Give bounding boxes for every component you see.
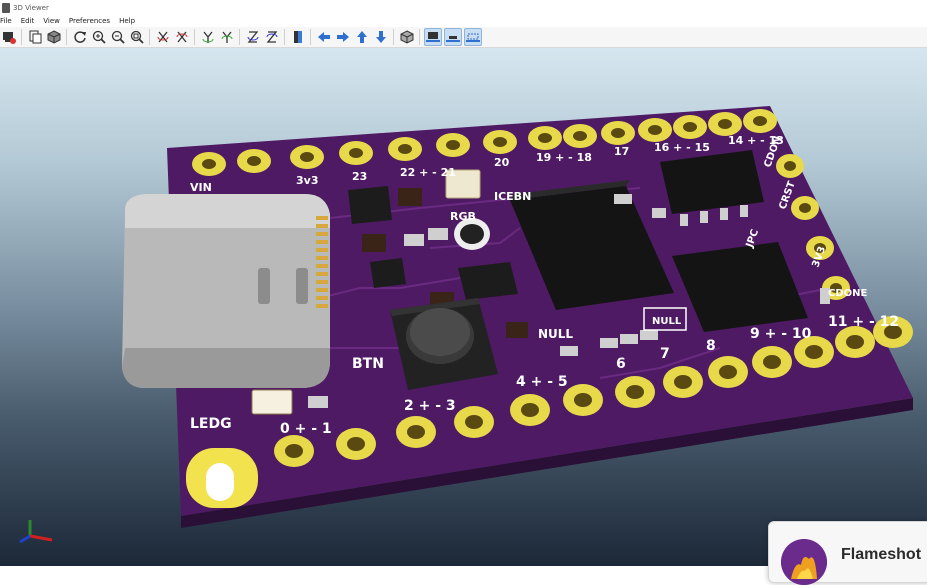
label-11-12: 11 + - 12 <box>828 314 899 330</box>
flip-board-icon[interactable] <box>289 29 306 46</box>
label-btn: BTN <box>352 356 384 372</box>
pan-left-icon[interactable] <box>315 29 332 46</box>
menu-file[interactable]: File <box>0 17 12 25</box>
flameshot-title: Flameshot <box>841 546 922 563</box>
label-3v3: 3v3 <box>296 174 318 187</box>
toolbar-separator <box>194 29 195 45</box>
zoom-fit-icon[interactable] <box>128 29 145 46</box>
label-2-3: 2 + - 3 <box>404 398 456 414</box>
render-icon[interactable] <box>0 29 17 46</box>
pan-down-icon[interactable] <box>372 29 389 46</box>
toggle-orthographic-icon[interactable] <box>398 29 415 46</box>
pan-up-icon[interactable] <box>353 29 370 46</box>
label-20: 20 <box>494 156 510 169</box>
pan-right-icon[interactable] <box>334 29 351 46</box>
label-23: 23 <box>352 170 367 183</box>
label-22-21: 22 + - 21 <box>400 166 456 179</box>
toolbar-separator <box>419 29 420 45</box>
refresh-icon[interactable] <box>71 29 88 46</box>
title-bar: 3D Viewer <box>0 0 927 15</box>
menu-bar: File Edit View Preferences Help <box>0 15 927 27</box>
label-17: 17 <box>614 145 629 158</box>
label-4-5: 4 + - 5 <box>516 374 568 390</box>
usb-c-connector <box>122 194 330 388</box>
toolbar-separator <box>393 29 394 45</box>
label-rgb: RGB <box>450 210 476 223</box>
rotate-y-cw-icon[interactable] <box>199 29 216 46</box>
rotate-x-ccw-icon[interactable] <box>173 29 190 46</box>
label-null-1: NULL <box>538 327 573 341</box>
toolbar-separator <box>284 29 285 45</box>
toolbar-separator <box>66 29 67 45</box>
label-9-10: 9 + - 10 <box>750 326 812 342</box>
flameshot-notification[interactable]: Flameshot <box>768 521 927 585</box>
rotate-z-cw-icon[interactable] <box>244 29 261 46</box>
toolbar-separator <box>239 29 240 45</box>
rotate-z-ccw-icon[interactable] <box>263 29 280 46</box>
label-null-2: NULL <box>652 316 682 327</box>
zoom-in-icon[interactable] <box>90 29 107 46</box>
axis-triad-icon <box>19 520 53 544</box>
label-16-15: 16 + - 15 <box>654 141 710 154</box>
menu-help[interactable]: Help <box>119 17 135 25</box>
app-icon <box>2 2 10 13</box>
label-icebn: ICEBN <box>494 190 531 203</box>
menu-preferences[interactable]: Preferences <box>69 17 110 25</box>
rotate-x-cw-icon[interactable] <box>154 29 171 46</box>
models-smd-icon[interactable] <box>444 28 462 46</box>
menu-view[interactable]: View <box>43 17 60 25</box>
pcb-3d-scene: VIN 3v3 23 22 + - 21 20 19 + - 18 17 16 … <box>122 106 913 528</box>
zoom-out-icon[interactable] <box>109 29 126 46</box>
copy-image-icon[interactable] <box>26 29 43 46</box>
menu-edit[interactable]: Edit <box>21 17 35 25</box>
label-vin: VIN <box>190 181 212 194</box>
label-7: 7 <box>660 346 670 362</box>
status-led <box>251 389 293 415</box>
label-cdone: CDONE <box>828 288 868 299</box>
label-ledg: LEDG <box>190 416 232 432</box>
toolbar-separator <box>149 29 150 45</box>
toolbar <box>0 27 927 48</box>
toolbar-separator <box>310 29 311 45</box>
flameshot-logo-icon <box>781 539 827 585</box>
models-virtual-icon[interactable] <box>464 28 482 46</box>
label-8: 8 <box>706 338 716 354</box>
models-tht-icon[interactable] <box>424 28 442 46</box>
label-19-18: 19 + - 18 <box>536 151 592 164</box>
3d-viewport[interactable]: VIN 3v3 23 22 + - 21 20 19 + - 18 17 16 … <box>0 48 927 566</box>
label-6: 6 <box>616 356 626 372</box>
toolbar-separator <box>21 29 22 45</box>
window-title: 3D Viewer <box>13 3 49 12</box>
rotate-y-ccw-icon[interactable] <box>218 29 235 46</box>
label-0-1: 0 + - 1 <box>280 421 332 437</box>
view-3d-icon[interactable] <box>45 29 62 46</box>
